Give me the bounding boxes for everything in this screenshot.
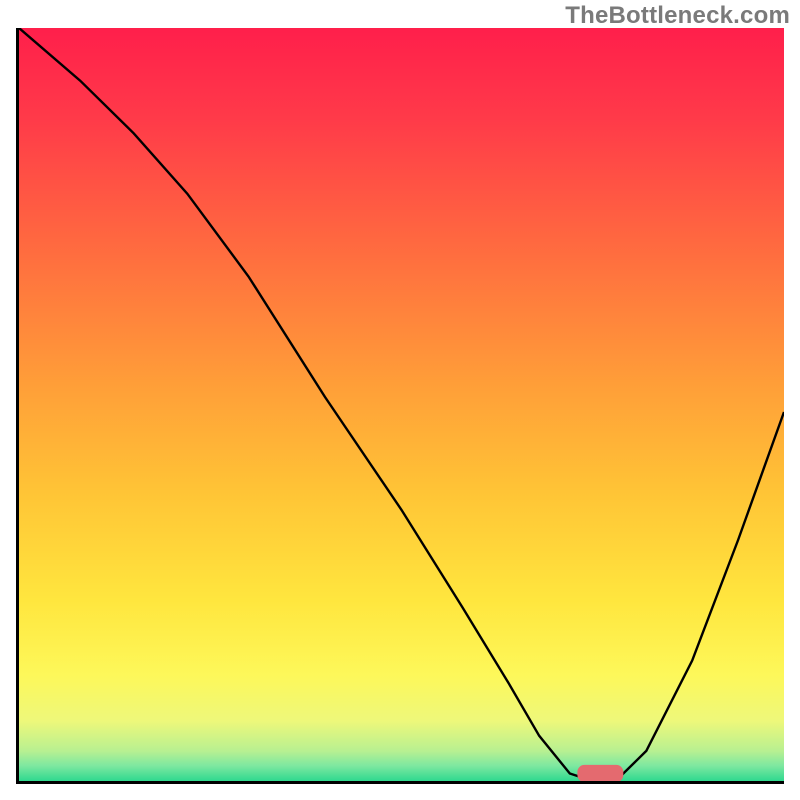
optimal-range-marker	[577, 765, 623, 781]
gradient-background	[19, 28, 784, 781]
chart-container: TheBottleneck.com	[0, 0, 800, 800]
watermark-text: TheBottleneck.com	[565, 2, 790, 30]
chart-plot	[19, 28, 784, 781]
